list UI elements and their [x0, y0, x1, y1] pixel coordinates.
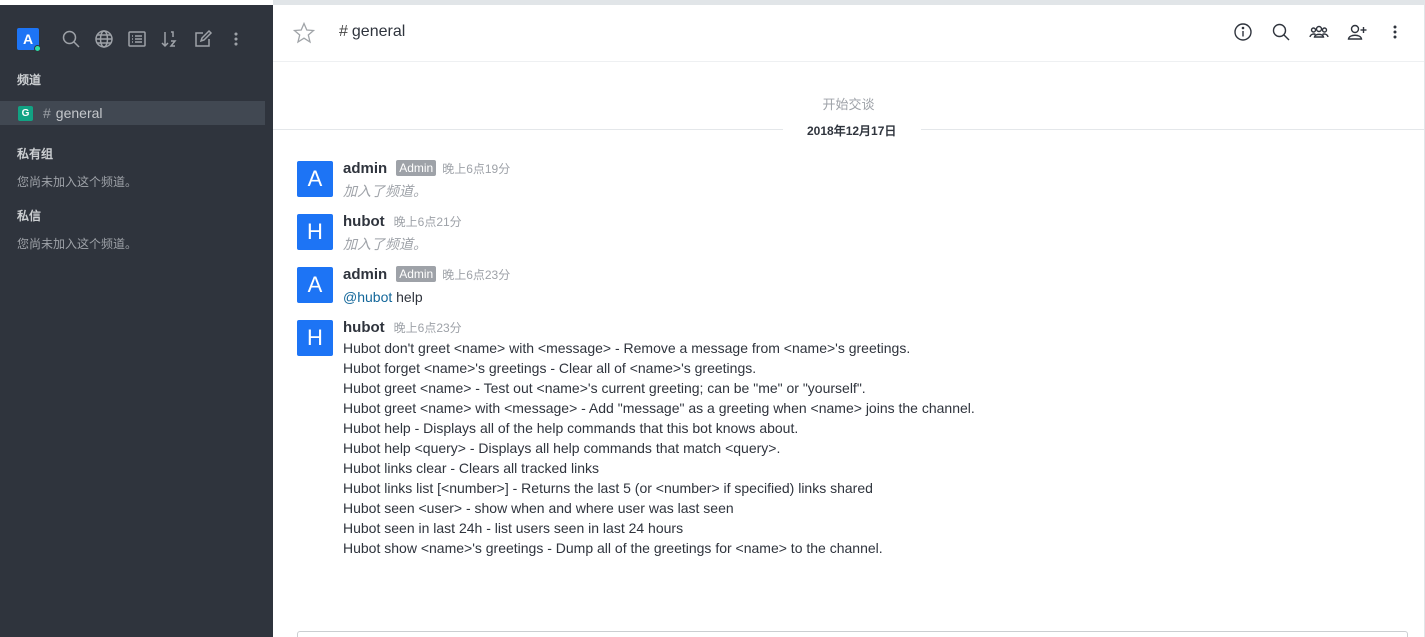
divider-line — [273, 129, 783, 130]
help-lines: Hubot don't greet <name> with <message> … — [343, 338, 975, 558]
channel-badge: G — [18, 105, 33, 121]
star-icon[interactable] — [292, 21, 316, 45]
room-title: # general — [339, 23, 405, 41]
private-groups-section-title: 私有组 — [17, 147, 54, 161]
help-line: Hubot greet <name> with <message> - Add … — [343, 400, 975, 416]
direct-messages-empty-text: 您尚未加入这个频道。 — [17, 237, 138, 251]
message-header: admin Admin 晚上6点23分 — [343, 265, 510, 283]
start-conversation-text: 开始交谈 — [822, 97, 875, 112]
kebab-icon[interactable] — [225, 28, 247, 50]
private-groups-empty-text: 您尚未加入这个频道。 — [17, 175, 138, 189]
message-timestamp: 晚上6点23分 — [393, 320, 462, 335]
avatar[interactable]: A — [297, 161, 333, 197]
message-header: admin Admin 晚上6点19分 — [343, 159, 510, 177]
message-timestamp: 晚上6点21分 — [393, 214, 462, 229]
help-line: Hubot seen <user> - show when and where … — [343, 500, 734, 516]
sidebar-toolbar: A — [17, 27, 273, 52]
help-line: Hubot don't greet <name> with <message> … — [343, 340, 911, 356]
message-timestamp: 晚上6点19分 — [442, 161, 511, 176]
edit-icon[interactable] — [192, 28, 214, 50]
help-line: Hubot help - Displays all of the help co… — [343, 420, 799, 436]
hash-icon: # — [339, 23, 348, 40]
help-line: Hubot seen in last 24h - list users seen… — [343, 520, 684, 536]
message-username[interactable]: hubot — [343, 213, 385, 230]
date-label: 2018年12月17日 — [807, 124, 897, 138]
message-username[interactable]: admin — [343, 160, 387, 177]
room-name-text: general — [351, 23, 406, 40]
help-line: Hubot help <query> - Displays all help c… — [343, 440, 781, 456]
help-line: Hubot forget <name>'s greetings - Clear … — [343, 360, 757, 376]
message-timestamp: 晚上6点23分 — [442, 267, 511, 282]
message-text: @hubot help — [343, 287, 510, 307]
role-badge: Admin — [396, 160, 437, 176]
list-icon[interactable] — [126, 28, 148, 50]
main-panel: # general 开始交谈 2018年12月17日 A admin Admin… — [273, 0, 1425, 637]
search-icon[interactable] — [1270, 21, 1292, 43]
user-mention-link[interactable]: @hubot — [343, 289, 392, 305]
sidebar-item-general[interactable]: G # general — [0, 101, 265, 125]
avatar[interactable]: H — [297, 320, 333, 356]
sidebar: A 频道 G # general 私有组 您尚未加入这个频道。 私信 您尚未加入… — [0, 0, 273, 637]
user-avatar-button[interactable]: A — [17, 28, 41, 52]
help-line: Hubot links clear - Clears all tracked l… — [343, 460, 599, 476]
system-message-text: 加入了频道。 — [343, 183, 427, 199]
room-header: # general — [273, 5, 1424, 62]
divider-line — [921, 129, 1424, 130]
members-icon[interactable] — [1308, 21, 1330, 43]
help-line: Hubot show <name>'s greetings - Dump all… — [343, 540, 883, 556]
info-icon[interactable] — [1232, 21, 1254, 43]
message-body: admin Admin 晚上6点19分 加入了频道。 — [343, 159, 510, 201]
avatar[interactable]: H — [297, 214, 333, 250]
message-username[interactable]: hubot — [343, 319, 385, 336]
message-composer[interactable] — [297, 631, 1408, 637]
channel-name: general — [55, 105, 103, 121]
avatar[interactable]: A — [297, 267, 333, 303]
message-body: hubot 晚上6点21分 加入了频道。 — [343, 212, 462, 254]
system-message-text: 加入了频道。 — [343, 236, 427, 252]
add-user-icon[interactable] — [1346, 21, 1368, 43]
search-icon[interactable] — [60, 28, 82, 50]
globe-icon[interactable] — [93, 28, 115, 50]
online-status-icon — [34, 45, 41, 52]
message-body: hubot 晚上6点23分 Hubot don't greet <name> w… — [343, 318, 975, 558]
message-header: hubot 晚上6点23分 — [343, 318, 975, 336]
channels-section-title: 频道 — [17, 73, 42, 87]
message-username[interactable]: admin — [343, 266, 387, 283]
help-line: Hubot links list [<number>] - Returns th… — [343, 480, 873, 496]
help-line: Hubot greet <name> - Test out <name>'s c… — [343, 380, 866, 396]
date-divider: 2018年12月17日 — [273, 121, 1424, 138]
role-badge: Admin — [396, 266, 437, 282]
hash-icon: # — [43, 105, 51, 121]
avatar-letter: A — [22, 31, 34, 47]
message-text-content: help — [392, 289, 423, 305]
kebab-icon[interactable] — [1384, 21, 1406, 43]
sort-icon[interactable] — [159, 28, 181, 50]
message-body: admin Admin 晚上6点23分 @hubot help — [343, 265, 510, 307]
direct-messages-section-title: 私信 — [17, 209, 42, 223]
message-header: hubot 晚上6点21分 — [343, 212, 462, 230]
header-toolbar — [1232, 21, 1406, 43]
